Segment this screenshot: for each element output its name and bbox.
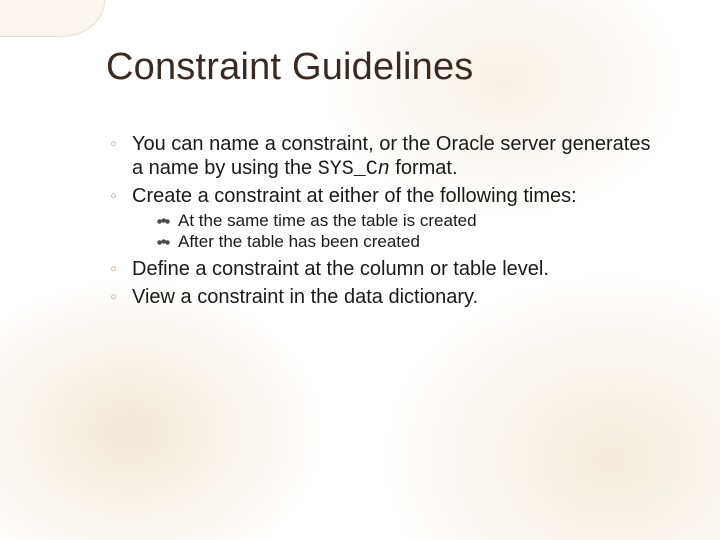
- bullet-1: You can name a constraint, or the Oracle…: [106, 133, 660, 181]
- bullet-3: Define a constraint at the column or tab…: [106, 258, 660, 282]
- bullet-2-text: Create a constraint at either of the fol…: [132, 185, 577, 207]
- bullet-2: Create a constraint at either of the fol…: [106, 185, 660, 252]
- slide: Constraint Guidelines You can name a con…: [0, 0, 720, 540]
- bullet-2-sublist: At the same time as the table is created…: [132, 211, 660, 252]
- bullet-1-code-n: n: [378, 158, 390, 181]
- bullet-2-sub-1: At the same time as the table is created: [156, 211, 660, 232]
- bullet-2-sub-2: After the table has been created: [156, 232, 660, 253]
- bullet-1-code: SYS_Cn: [318, 158, 390, 181]
- bullet-1-code-base: SYS_C: [318, 158, 378, 181]
- bullet-1-text-post: format.: [390, 157, 458, 179]
- slide-title: Constraint Guidelines: [106, 46, 660, 89]
- bullet-list: You can name a constraint, or the Oracle…: [100, 133, 660, 309]
- bullet-4: View a constraint in the data dictionary…: [106, 286, 660, 310]
